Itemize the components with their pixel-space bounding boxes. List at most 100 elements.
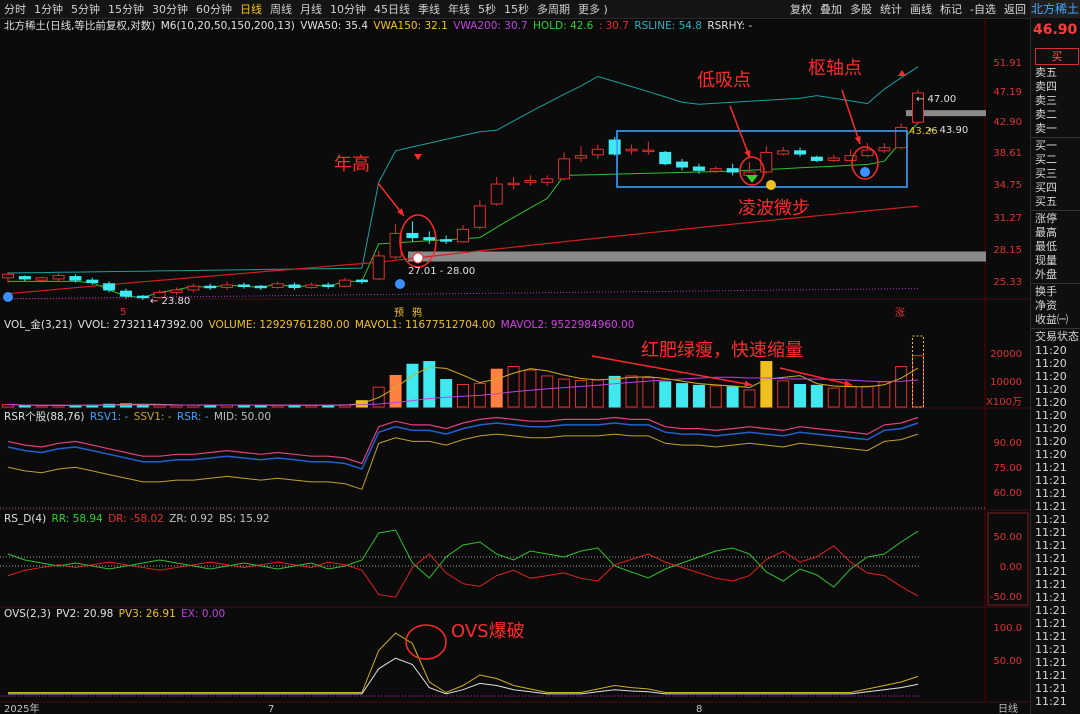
period-tab-8[interactable]: 月线 [296, 1, 326, 17]
toolbar-button-1[interactable]: 叠加 [816, 1, 846, 17]
period-tab-7[interactable]: 周线 [266, 1, 296, 17]
price-axis-label: 42.90 [993, 117, 1022, 128]
signal-icon-4 [766, 180, 776, 190]
tick-time-21: 11:21 [1035, 617, 1067, 630]
price-axis-label: 34.75 [993, 180, 1022, 191]
period-tab-16[interactable]: 更多 ) [574, 1, 612, 17]
bid-row-0: 买一 [1035, 139, 1057, 152]
toolbar-button-0[interactable]: 复权 [786, 1, 816, 17]
period-tab-14[interactable]: 15秒 [500, 1, 533, 17]
buy-button[interactable]: 买 [1035, 48, 1079, 65]
time-axis-label: 8 [696, 704, 702, 714]
rsd-axis-label: 50.00 [993, 532, 1022, 543]
toolbar-button-4[interactable]: 画线 [906, 1, 936, 17]
period-tab-3[interactable]: 15分钟 [104, 1, 148, 17]
toolbar-button-2[interactable]: 多股 [846, 1, 876, 17]
volume-bar [35, 405, 48, 408]
candle-body [2, 273, 14, 279]
marker-ya: 鸦 [412, 306, 422, 319]
rsr-axis-label: 90.00 [993, 438, 1022, 449]
toolbar-button-6[interactable]: -自选 [966, 1, 1000, 17]
candle-body [237, 284, 250, 288]
period-tab-4[interactable]: 30分钟 [148, 1, 192, 17]
price-axis-label: 47.19 [993, 87, 1022, 98]
candle-body [591, 148, 604, 156]
time-axis-label: 2025年 [4, 702, 39, 714]
volume-bar [18, 405, 31, 408]
marker-5: 5 [120, 307, 126, 318]
low-price-label: ← 23.80 [150, 296, 190, 307]
period-tab-15[interactable]: 多周期 [533, 1, 574, 17]
tick-time-9: 11:21 [1035, 461, 1067, 474]
price-axis-label: 31.27 [993, 213, 1022, 224]
candle-body [440, 239, 453, 242]
tick-time-0: 11:20 [1035, 344, 1067, 357]
ticks-title: 交易状态: [1035, 330, 1080, 343]
candle-body [170, 289, 183, 293]
dixi-arrow-head [744, 150, 751, 158]
kline-chart[interactable]: 年高低吸点枢轴点凌波微步红肥绿瘦，快速缩量OVS爆破← 47.0043.26← … [0, 18, 1030, 714]
candle-body [642, 149, 655, 153]
rsd-axis-label: -50.00 [990, 592, 1022, 603]
candle-body [221, 284, 234, 288]
period-tab-11[interactable]: 季线 [414, 1, 444, 17]
volume-bar [844, 385, 857, 408]
period-tab-5[interactable]: 60分钟 [192, 1, 236, 17]
candle-body [473, 205, 486, 228]
ask-row-2: 卖三 [1035, 94, 1057, 107]
time-axis-label: 7 [268, 704, 274, 714]
sidebar-divider [1031, 328, 1080, 329]
volume-bar [591, 379, 604, 408]
bid-row-4: 买五 [1035, 195, 1057, 208]
candle-body [827, 157, 840, 161]
price-axis-label: 25.33 [993, 277, 1022, 288]
candle-body [86, 279, 99, 284]
candle-body [743, 171, 756, 176]
period-tab-2[interactable]: 5分钟 [67, 1, 104, 17]
period-tab-10[interactable]: 45日线 [370, 1, 414, 17]
toolbar-button-5[interactable]: 标记 [936, 1, 966, 17]
period-tab-0[interactable]: 分时 [0, 1, 30, 17]
period-tab-1[interactable]: 1分钟 [30, 1, 67, 17]
candle-body [524, 180, 537, 183]
toolbar-button-3[interactable]: 统计 [876, 1, 906, 17]
rr-line [7, 529, 919, 588]
ovs-axis-label: 100.0 [993, 623, 1022, 634]
period-toolbar: 分时 1分钟 5分钟 15分钟 30分钟 60分钟 日线 周线 月线 10分钟 45日线 季线 年线 5秒… [0, 0, 1030, 19]
volume-bar [490, 368, 503, 408]
candle-body [103, 283, 116, 291]
lingbo-label: 凌波微步 [738, 198, 810, 219]
volume-bar [692, 384, 705, 408]
last-price: 46.90 4 [1033, 22, 1078, 38]
period-tab-6[interactable]: 日线 [236, 1, 266, 17]
candle-body [457, 228, 469, 243]
toolbar-button-7[interactable]: 返回 [1000, 1, 1030, 17]
candle-body [558, 158, 571, 180]
candle-body [794, 150, 807, 155]
tick-time-17: 11:21 [1035, 565, 1067, 578]
tick-time-14: 11:21 [1035, 526, 1067, 539]
candle-body [119, 290, 132, 297]
sidebar-divider [1031, 210, 1080, 211]
tick-time-25: 11:21 [1035, 669, 1067, 682]
signal-icon-1 [395, 279, 405, 289]
period-tab-9[interactable]: 10分钟 [326, 1, 370, 17]
signal-icon-2 [3, 292, 13, 302]
period-tab-13[interactable]: 5秒 [474, 1, 500, 17]
candle-body [52, 274, 65, 280]
price-axis-label: 38.61 [993, 148, 1022, 159]
volume-bar [709, 385, 722, 408]
sidebar-divider [1031, 137, 1080, 138]
dixi-arrow [729, 105, 751, 159]
candle-body [574, 155, 587, 159]
stock-name-tab[interactable]: 北方稀土 [1030, 0, 1080, 18]
quote-sidebar: 46.90 4 买 卖五卖四卖三卖二卖一买一买二买三买四买五涨停最高最低现量外盘… [1030, 18, 1080, 714]
tick-time-16: 11:21 [1035, 552, 1067, 565]
period-tab-12[interactable]: 年线 [444, 1, 474, 17]
vol-unit-label: X100万 [986, 397, 1022, 408]
sidebar-divider [1031, 283, 1080, 284]
volume-bar [558, 378, 571, 408]
tick-time-1: 11:20 [1035, 357, 1067, 370]
ask-row-4: 卖一 [1035, 122, 1057, 135]
bid-row-2: 买三 [1035, 167, 1057, 180]
